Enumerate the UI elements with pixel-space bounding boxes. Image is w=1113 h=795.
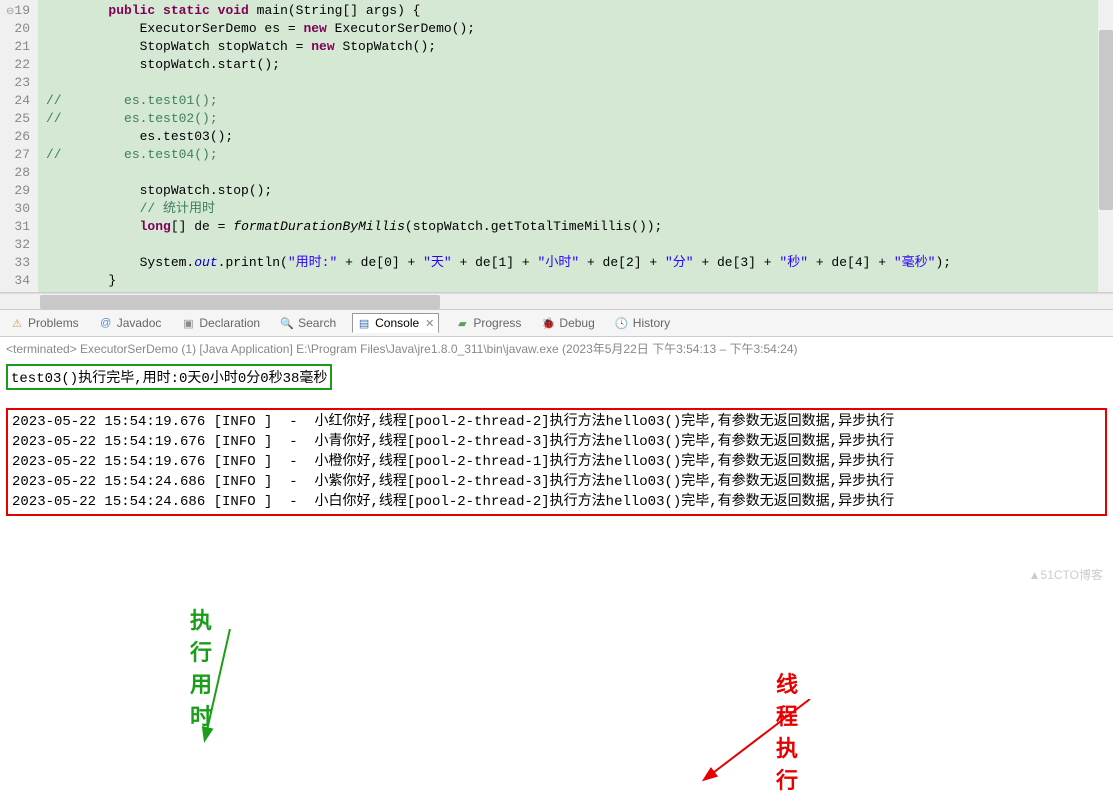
annotation-thread-exec-label: 线程执行	[776, 667, 798, 795]
tab-label: History	[633, 316, 670, 330]
declaration-icon: ▣	[181, 316, 195, 330]
code-line[interactable]	[38, 74, 1097, 92]
code-line[interactable]: // es.test01();	[38, 92, 1097, 110]
line-number: 24	[4, 92, 30, 110]
line-number: 30	[4, 200, 30, 218]
code-line[interactable]: stopWatch.stop();	[38, 182, 1097, 200]
code-line[interactable]: ExecutorSerDemo es = new ExecutorSerDemo…	[38, 20, 1097, 38]
console-log-line: 2023-05-22 15:54:19.676 [INFO ] - 小橙你好,线…	[12, 452, 1101, 472]
line-number-gutter: ⊖19202122232425262728293031323334	[0, 0, 38, 292]
close-icon[interactable]: ✕	[425, 317, 434, 330]
horizontal-scrollbar[interactable]	[0, 293, 1113, 309]
console-output[interactable]: test03()执行完毕,用时:0天0小时0分0秒38毫秒 2023-05-22…	[0, 360, 1113, 520]
line-number: 22	[4, 56, 30, 74]
line-number: 31	[4, 218, 30, 236]
tab-label: Console	[375, 316, 419, 330]
code-editor[interactable]: ⊖19202122232425262728293031323334 public…	[0, 0, 1113, 293]
tab-label: Search	[298, 316, 336, 330]
code-content[interactable]: public static void main(String[] args) {…	[38, 0, 1097, 292]
tab-declaration[interactable]: ▣ Declaration	[177, 314, 264, 332]
console-log-line: 2023-05-22 15:54:24.686 [INFO ] - 小白你好,线…	[12, 492, 1101, 512]
vertical-scrollbar-thumb[interactable]	[1099, 30, 1113, 210]
line-number: 33	[4, 254, 30, 272]
highlighted-output-threads: 2023-05-22 15:54:19.676 [INFO ] - 小红你好,线…	[6, 408, 1107, 516]
line-number: 27	[4, 146, 30, 164]
tab-label: Debug	[559, 316, 594, 330]
tab-problems[interactable]: ⚠ Problems	[6, 314, 83, 332]
console-status-header: <terminated> ExecutorSerDemo (1) [Java A…	[0, 337, 1113, 360]
history-icon: 🕓	[615, 316, 629, 330]
code-line[interactable]	[38, 164, 1097, 182]
tab-label: Declaration	[199, 316, 260, 330]
tab-debug[interactable]: 🐞 Debug	[537, 314, 598, 332]
tab-label: Problems	[28, 316, 79, 330]
annotation-green-arrow-icon	[200, 629, 240, 749]
line-number: 26	[4, 128, 30, 146]
line-number: 29	[4, 182, 30, 200]
code-line[interactable]: es.test03();	[38, 128, 1097, 146]
line-number: ⊖19	[4, 2, 30, 20]
line-number: 28	[4, 164, 30, 182]
tab-label: Javadoc	[117, 316, 162, 330]
code-line[interactable]: long[] de = formatDurationByMillis(stopW…	[38, 218, 1097, 236]
search-icon: 🔍	[280, 316, 294, 330]
line-number: 20	[4, 20, 30, 38]
horizontal-scrollbar-thumb[interactable]	[40, 295, 440, 309]
debug-icon: 🐞	[541, 316, 555, 330]
line-number: 21	[4, 38, 30, 56]
code-line[interactable]: StopWatch stopWatch = new StopWatch();	[38, 38, 1097, 56]
code-line[interactable]	[38, 236, 1097, 254]
tab-console[interactable]: ▤ Console ✕	[352, 313, 439, 333]
line-number: 23	[4, 74, 30, 92]
views-tab-bar: ⚠ Problems @ Javadoc ▣ Declaration 🔍 Search ▤ Con…	[0, 309, 1113, 337]
problems-icon: ⚠	[10, 316, 24, 330]
tab-progress[interactable]: ▰ Progress	[451, 314, 525, 332]
console-log-line: 2023-05-22 15:54:19.676 [INFO ] - 小青你好,线…	[12, 432, 1101, 452]
code-line[interactable]: }	[38, 272, 1097, 290]
watermark: ▲51CTO博客	[1029, 566, 1103, 583]
console-icon: ▤	[357, 316, 371, 330]
code-line[interactable]: System.out.println("用时:" + de[0] + "天" +…	[38, 254, 1097, 272]
javadoc-icon: @	[99, 316, 113, 330]
line-number: 25	[4, 110, 30, 128]
code-line[interactable]: public static void main(String[] args) {	[38, 2, 1097, 20]
highlighted-output-timing: test03()执行完毕,用时:0天0小时0分0秒38毫秒	[6, 364, 332, 390]
progress-icon: ▰	[455, 316, 469, 330]
code-line[interactable]: // es.test02();	[38, 110, 1097, 128]
tab-history[interactable]: 🕓 History	[611, 314, 674, 332]
annotation-red-arrow-icon	[700, 699, 820, 789]
tab-label: Progress	[473, 316, 521, 330]
code-line[interactable]: // 统计用时	[38, 200, 1097, 218]
tab-javadoc[interactable]: @ Javadoc	[95, 314, 166, 332]
line-number: 34	[4, 272, 30, 290]
console-log-line: 2023-05-22 15:54:19.676 [INFO ] - 小红你好,线…	[12, 412, 1101, 432]
code-line[interactable]: // es.test04();	[38, 146, 1097, 164]
line-number: 32	[4, 236, 30, 254]
annotation-exec-time-label: 执行用时	[190, 603, 212, 731]
vertical-scrollbar[interactable]	[1097, 0, 1113, 292]
tab-search[interactable]: 🔍 Search	[276, 314, 340, 332]
console-log-line: 2023-05-22 15:54:24.686 [INFO ] - 小紫你好,线…	[12, 472, 1101, 492]
code-line[interactable]: stopWatch.start();	[38, 56, 1097, 74]
